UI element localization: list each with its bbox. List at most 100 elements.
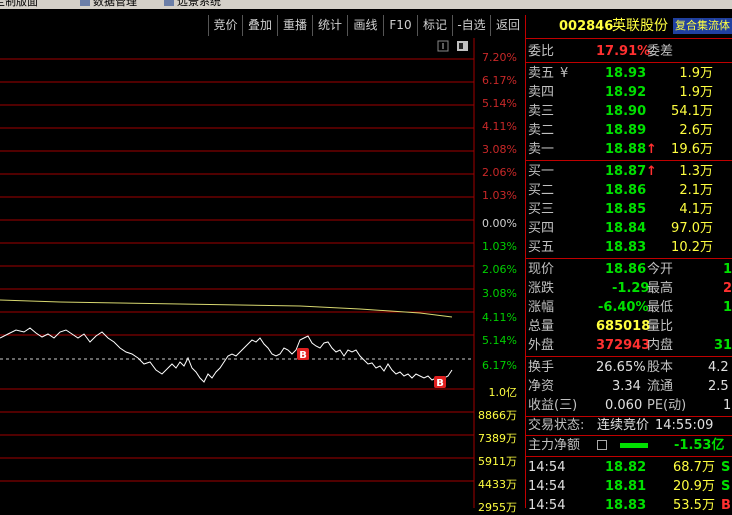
bid-price: 18.84	[605, 221, 647, 236]
price-axis-label: 3.08%	[482, 287, 517, 300]
toolbar-overlay-button[interactable]: 叠加	[242, 15, 277, 36]
fund-row: 净资 3.34 流通 2.5	[528, 377, 732, 396]
change-pct-value: -6.40%	[598, 300, 649, 315]
quote-label: 今开	[647, 262, 674, 277]
main-flow-row[interactable]: 主力净额 -1.53亿	[528, 436, 732, 455]
quote-label: 涨幅	[528, 300, 555, 315]
up-arrow-icon: ↑	[646, 164, 657, 179]
toolbar-remove-watchlist-button[interactable]: -自选	[452, 15, 490, 36]
chart-maximize-icon[interactable]	[457, 41, 468, 51]
tick-volume: 53.5万	[673, 498, 715, 513]
tab-custom-layout[interactable]: 定制版面	[0, 0, 38, 9]
ask-label: 卖五	[528, 66, 555, 81]
fund-row: 收益(三) 0.060 PE(动) 1	[528, 396, 732, 415]
tab-data-management[interactable]: 数据管理	[80, 0, 137, 9]
intraday-chart[interactable]: B B 7.20% 6.17% 5.14% 4.11% 3.08% 2.06% …	[0, 38, 525, 514]
ask-price: 18.90	[605, 104, 647, 119]
bid-price: 18.87	[605, 164, 647, 179]
ask-label: 卖四	[528, 85, 555, 100]
list-icon[interactable]	[597, 440, 607, 450]
tab-vision-system[interactable]: 远景系统	[164, 0, 221, 9]
concept-badge[interactable]: 复合集流体	[673, 18, 732, 34]
quote-label: 涨跌	[528, 281, 555, 296]
price-axis-label: 1.03%	[482, 189, 517, 202]
price-axis-label: 2.06%	[482, 263, 517, 276]
last-price-value: 18.86	[605, 262, 647, 277]
quote-row: 总量 685018 量比	[528, 317, 732, 336]
chart-settings-icon[interactable]	[437, 40, 449, 52]
toolbar-draw-button[interactable]: 画线	[347, 15, 383, 36]
tick-price: 18.81	[605, 479, 647, 494]
bid-volume: 97.0万	[671, 221, 713, 236]
bid-row[interactable]: 买五 18.83 10.2万	[528, 238, 732, 257]
tick-side: S	[721, 479, 731, 494]
quote-label: 总量	[528, 319, 555, 334]
eps-value: 0.060	[605, 398, 643, 413]
toolbar-replay-button[interactable]: 重播	[277, 15, 312, 36]
bid-label: 买五	[528, 240, 555, 255]
price-line	[0, 327, 453, 383]
top-tab-strip: 定制版面 数据管理 远景系统	[0, 0, 732, 9]
bid-label: 买四	[528, 221, 555, 236]
quote-row: 外盘 372943 内盘 312	[528, 336, 732, 355]
tick-side: S	[721, 460, 731, 475]
buy-marker: B	[297, 348, 309, 361]
quote-row: 涨跌 -1.29 最高 2	[528, 279, 732, 298]
ask-volume: 1.9万	[679, 85, 713, 100]
tick-volume: 68.7万	[673, 460, 715, 475]
ask-row[interactable]: 卖一 18.88 ↑ 19.6万	[528, 140, 732, 159]
volume-axis-label: 8866万	[478, 409, 517, 422]
ask-row[interactable]: 卖二 18.89 2.6万	[528, 121, 732, 140]
bid-row[interactable]: 买一 18.87 ↑ 1.3万	[528, 162, 732, 181]
ask-row[interactable]: 卖四 18.92 1.9万	[528, 83, 732, 102]
chart-toolbar: 竞价 叠加 重播 统计 画线 F10 标记 -自选 返回	[0, 15, 525, 37]
stock-code: 002846	[559, 19, 614, 34]
stock-header: 002846 英联股份 复合集流体	[528, 17, 732, 37]
data-icon	[80, 0, 90, 6]
tick-time: 14:54	[528, 479, 566, 494]
ask-volume: 19.6万	[671, 142, 713, 157]
quote-label: 内盘	[647, 338, 674, 353]
tick-volume: 20.9万	[673, 479, 715, 494]
tick-time: 14:54	[528, 460, 566, 475]
bid-price: 18.83	[605, 240, 647, 255]
ask-price: 18.93	[605, 66, 647, 81]
ask-label: 卖一	[528, 142, 555, 157]
divider	[526, 38, 732, 39]
toolbar-mark-button[interactable]: 标记	[417, 15, 452, 36]
price-axis-label: 5.14%	[482, 97, 517, 110]
net-asset-value: 3.34	[612, 379, 641, 394]
toolbar-f10-button[interactable]: F10	[383, 15, 417, 36]
bid-label: 买二	[528, 183, 555, 198]
volume-axis-label: 7389万	[478, 432, 517, 445]
tick-price: 18.82	[605, 460, 647, 475]
status-value: 连续竞价	[597, 418, 650, 433]
quote-label: 现价	[528, 262, 555, 277]
weibi-row: 委比 17.91% 委差	[528, 42, 732, 61]
svg-text:B: B	[436, 378, 444, 389]
toolbar-auction-button[interactable]: 竞价	[208, 15, 242, 36]
low-value: 1	[723, 300, 732, 315]
bid-row[interactable]: 买三 18.85 4.1万	[528, 200, 732, 219]
ask-volume: 1.9万	[679, 66, 713, 81]
tick-row: 14:54 18.82 68.7万 S	[528, 458, 732, 477]
float-value: 2.5	[708, 379, 729, 394]
bid-price: 18.85	[605, 202, 647, 217]
quote-label: 量比	[647, 319, 674, 334]
fund-row: 换手 26.65% 股本 4.2	[528, 358, 732, 377]
high-value: 2	[723, 281, 732, 296]
toolbar-stats-button[interactable]: 统计	[312, 15, 347, 36]
main-flow-value: -1.53亿	[674, 438, 725, 453]
vision-icon	[164, 0, 174, 6]
ask-row[interactable]: 卖五 ¥ 18.93 1.9万	[528, 64, 732, 83]
ask-volume: 2.6万	[679, 123, 713, 138]
open-value: 1	[723, 262, 732, 277]
ask-row[interactable]: 卖三 18.90 54.1万	[528, 102, 732, 121]
fund-label: 收益(三)	[528, 398, 578, 413]
bid-row[interactable]: 买四 18.84 97.0万	[528, 219, 732, 238]
tick-side: B	[721, 498, 731, 513]
toolbar-back-button[interactable]: 返回	[490, 15, 525, 36]
bid-row[interactable]: 买二 18.86 2.1万	[528, 181, 732, 200]
inner-volume-value: 312	[714, 338, 732, 353]
fund-label: 换手	[528, 360, 555, 375]
